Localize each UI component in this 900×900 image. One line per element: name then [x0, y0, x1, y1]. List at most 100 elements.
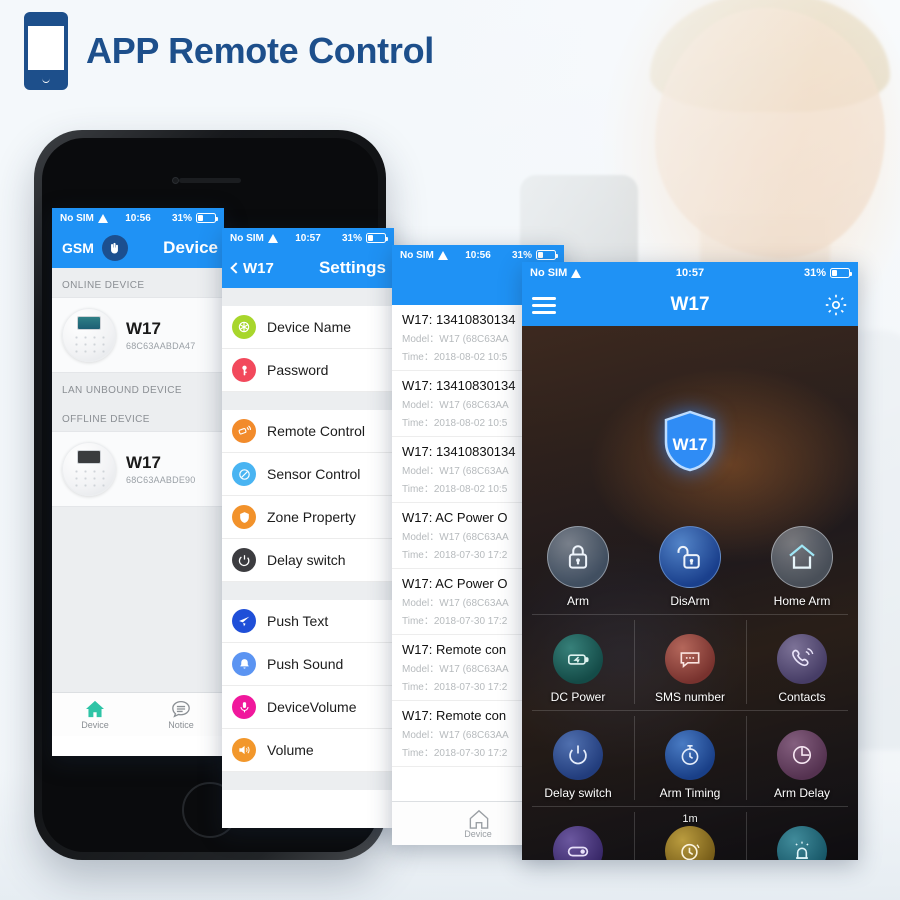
gsm-label[interactable]: GSM [62, 240, 94, 256]
control-orb[interactable] [665, 730, 715, 780]
control-panel-body: W17 Arm DisArm Home Arm DC Power SMS num… [522, 326, 858, 860]
control-arm-timing[interactable]: Arm Timing [634, 710, 746, 806]
settings-item-delay-switch[interactable]: Delay switch [222, 539, 394, 582]
carrier-label: No SIM [230, 232, 264, 244]
control-orb[interactable] [777, 730, 827, 780]
gear-icon[interactable] [824, 293, 848, 317]
device-list-body: ONLINE DEVICE W17 68C63AABDA47 LAN UNBOU… [52, 268, 224, 736]
control-label: DC Power [550, 690, 606, 704]
control-dc-power[interactable]: DC Power [522, 614, 848, 710]
settings-item-label: Push Sound [267, 656, 344, 672]
wifi-icon [437, 250, 449, 260]
tab-notice[interactable]: Notice [138, 700, 224, 730]
settings-item-label: Volume [267, 742, 314, 758]
settings-item-label: Sensor Control [267, 466, 361, 482]
control-orb[interactable] [553, 730, 603, 780]
list-item[interactable]: W17 68C63AABDA47 [52, 297, 224, 373]
control-orb[interactable] [665, 826, 715, 860]
control-label: Arm [567, 594, 589, 608]
device-name: W17 [126, 453, 161, 472]
home-icon [85, 700, 105, 718]
control-badge: 1m [682, 813, 698, 825]
control-sms-number[interactable]: SMS number [634, 614, 746, 710]
settings-item-push-sound[interactable]: Push Sound [222, 643, 394, 686]
wifi-icon [97, 213, 109, 223]
control-label: DisArm [670, 594, 710, 608]
settings-item-password[interactable]: Password [222, 349, 394, 392]
send-icon [232, 609, 256, 633]
gsm-signal-icon[interactable] [101, 235, 128, 261]
control-alarm-delay[interactable]: Alarm Delay [746, 806, 858, 860]
alarm-clock-icon [677, 838, 703, 860]
tab-device[interactable]: Device [52, 700, 138, 730]
carrier-label: No SIM [530, 267, 568, 279]
group-spacer [222, 582, 394, 600]
battery-percent: 31% [511, 249, 532, 261]
settings-item-device-volume[interactable]: DeviceVolume [222, 686, 394, 729]
hamburger-icon[interactable] [532, 296, 556, 314]
nav-title: Device [163, 238, 218, 257]
control-label: Arm Delay [773, 786, 830, 800]
back-label: W17 [243, 259, 274, 277]
grid-divider [634, 620, 635, 704]
nav-title: W17 [670, 294, 710, 315]
control-orb[interactable] [777, 634, 827, 684]
phone-call-icon [789, 646, 815, 672]
settings-item-label: DeviceVolume [267, 699, 357, 715]
control-orb[interactable] [777, 826, 827, 860]
control-push-switch[interactable]: Push Switch [522, 806, 848, 860]
settings-item-push-text[interactable]: Push Text [222, 600, 394, 643]
settings-item-label: Device Name [267, 319, 352, 335]
wifi-icon [571, 268, 582, 278]
remote-icon [232, 419, 256, 443]
control-orb[interactable] [553, 826, 603, 860]
control-delay-switch[interactable]: Delay switch [522, 710, 848, 806]
carrier-label: No SIM [60, 212, 94, 224]
control-home-arm[interactable]: Home Arm [746, 506, 858, 614]
stopwatch-icon [677, 742, 703, 768]
control-orb[interactable] [553, 634, 603, 684]
settings-item-remote-control[interactable]: Remote Control [222, 410, 394, 453]
grid-divider [746, 620, 747, 704]
siren-icon [789, 838, 815, 860]
device-thumbnail-icon [62, 308, 116, 362]
sensor-icon [232, 462, 256, 486]
bell-icon [232, 652, 256, 676]
power-icon [565, 742, 591, 768]
grid-divider [634, 812, 635, 860]
settings-item-label: Remote Control [267, 423, 366, 439]
smartphone-icon [24, 12, 68, 90]
control-alarm-time[interactable]: 1m Alarm Time [634, 806, 746, 860]
settings-item-label: Push Text [267, 613, 329, 629]
control-arm[interactable]: Arm [522, 506, 634, 614]
device-thumbnail-icon [62, 442, 116, 496]
status-time: 10:57 [675, 267, 705, 279]
group-spacer [222, 772, 394, 790]
clock-pie-icon [789, 742, 815, 768]
control-label: SMS number [654, 690, 726, 704]
control-label: Contacts [778, 690, 826, 704]
settings-item-device-name[interactable]: Device Name [222, 306, 394, 349]
speaker-icon [232, 738, 256, 762]
control-orb[interactable] [771, 526, 833, 588]
control-orb[interactable] [665, 634, 715, 684]
control-orb[interactable] [547, 526, 609, 588]
control-arm-delay[interactable]: Arm Delay [746, 710, 858, 806]
settings-screen: No SIM 10:57 31% W17 Settings Device Nam… [222, 228, 394, 828]
home-arm-icon [786, 541, 818, 573]
power-icon [232, 548, 256, 572]
toggle-icon [564, 837, 592, 860]
back-button[interactable]: W17 [230, 259, 274, 277]
settings-item-sensor-control[interactable]: Sensor Control [222, 453, 394, 496]
settings-item-volume[interactable]: Volume [222, 729, 394, 772]
control-contacts[interactable]: Contacts [746, 614, 858, 710]
asterisk-icon [232, 315, 256, 339]
control-disarm[interactable]: DisArm [634, 506, 746, 614]
status-time: 10:56 [465, 249, 491, 261]
list-item[interactable]: W17 68C63AABDE90 [52, 431, 224, 507]
lock-closed-icon [563, 542, 593, 572]
control-orb[interactable] [659, 526, 721, 588]
settings-item-zone-property[interactable]: Zone Property [222, 496, 394, 539]
notice-icon [171, 700, 191, 718]
tab-device-label: Device [81, 719, 109, 730]
